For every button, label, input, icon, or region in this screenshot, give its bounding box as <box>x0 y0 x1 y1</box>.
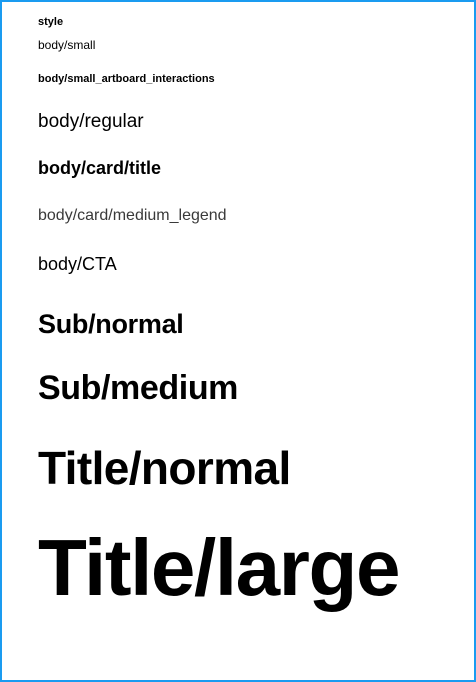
style-header: style <box>38 16 64 28</box>
style-sample-title-large: Title/large <box>38 523 400 612</box>
style-sample-body-cta: body/CTA <box>38 254 117 274</box>
style-sample-body-regular: body/regular <box>38 111 144 132</box>
style-sample-body-card-title: body/card/title <box>38 158 162 178</box>
style-sample-body-small: body/small <box>38 38 96 52</box>
style-sample-body-card-medium-legend: body/card/medium_legend <box>38 207 227 224</box>
style-sample-sub-normal: Sub/normal <box>38 309 184 339</box>
style-sample-body-small-artboard-interactions: body/small_artboard_interactions <box>38 73 215 85</box>
style-sample-title-normal: Title/normal <box>38 442 291 494</box>
artboard-frame: style body/small body/small_artboard_int… <box>0 0 476 682</box>
style-sample-sub-medium: Sub/medium <box>38 369 239 407</box>
